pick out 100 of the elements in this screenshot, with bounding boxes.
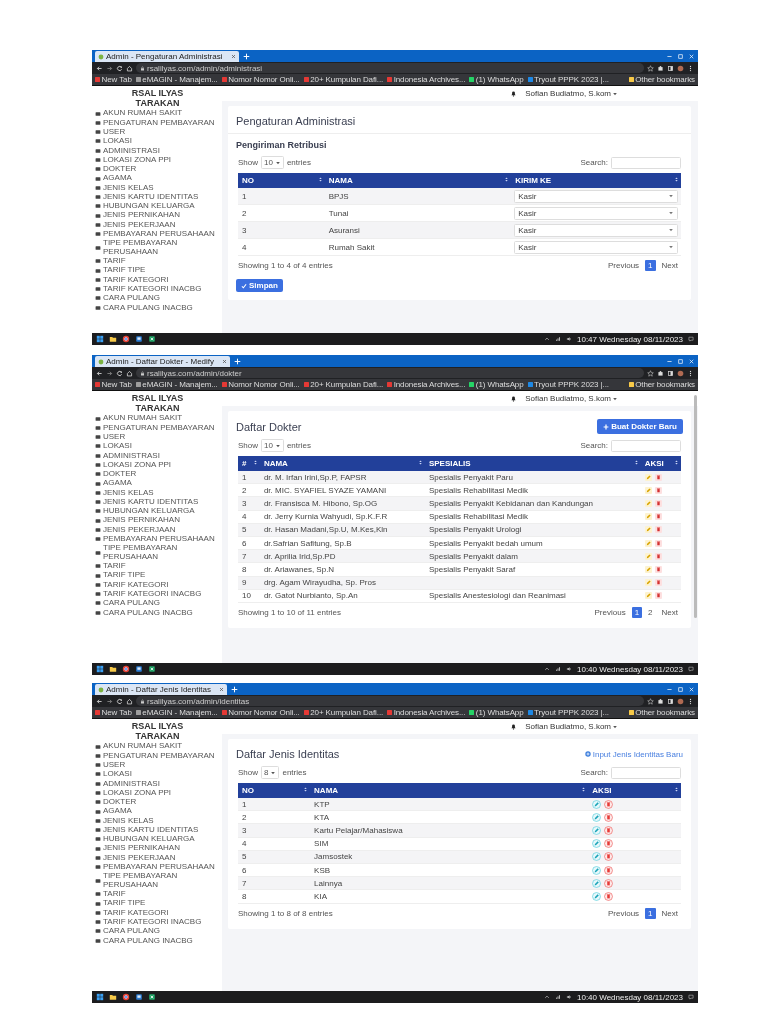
- search-field[interactable]: [611, 156, 681, 169]
- sidebar-item[interactable]: TARIF: [95, 889, 220, 899]
- bell-icon[interactable]: [510, 395, 518, 402]
- edit-button[interactable]: [592, 891, 602, 901]
- avatar-icon[interactable]: [677, 697, 684, 705]
- network-icon[interactable]: [555, 666, 561, 672]
- delete-button[interactable]: [654, 473, 662, 481]
- sidebar-item[interactable]: AGAMA: [95, 173, 220, 184]
- sidebar-item[interactable]: LOKASI: [95, 769, 220, 780]
- bookmark[interactable]: Indonesia Archives...: [387, 380, 466, 389]
- sidebar-item[interactable]: CARA PULANG: [95, 598, 220, 609]
- sidebar-item[interactable]: ADMINISTRASI: [95, 146, 220, 156]
- delete-button[interactable]: [604, 865, 614, 875]
- puzzle-icon[interactable]: [657, 697, 664, 705]
- pagination-link[interactable]: Next: [658, 260, 681, 271]
- entries-select[interactable]: 10: [261, 156, 284, 169]
- edit-button[interactable]: [592, 799, 602, 809]
- url-field[interactable]: rsalilyas.com/admin/identitas: [136, 696, 644, 706]
- delete-button[interactable]: [604, 825, 614, 835]
- edit-button[interactable]: [592, 839, 602, 849]
- sidebar-item[interactable]: PENGATURAN PEMBAYARAN: [95, 751, 220, 761]
- more-icon[interactable]: [687, 64, 694, 72]
- sidebar-item[interactable]: DOKTER: [95, 797, 220, 807]
- chevron-up-icon[interactable]: [544, 666, 550, 672]
- bell-icon[interactable]: [510, 723, 518, 730]
- sidebar-item[interactable]: JENIS KARTU IDENTITAS: [95, 825, 220, 835]
- pagination-link[interactable]: Previous: [591, 606, 629, 618]
- sidebar-item[interactable]: TARIF TIPE: [95, 899, 220, 909]
- browser-tab[interactable]: Admin - Daftar Dokter - Medify: [95, 356, 231, 367]
- sidebar-item[interactable]: TARIF KATEGORI INACBG: [95, 917, 220, 927]
- user-menu[interactable]: Sofian Budiatmo, S.kom: [525, 394, 618, 403]
- taskbar-clock[interactable]: 10:40 Wednesday 08/11/2023: [577, 992, 683, 1002]
- sidebar-item[interactable]: AKUN RUMAH SAKIT: [95, 109, 220, 119]
- bookmark[interactable]: Indonesia Archives...: [387, 75, 466, 84]
- select-field[interactable]: Kasir: [514, 206, 678, 220]
- column-header[interactable]: NO: [238, 783, 311, 798]
- sidebar-item[interactable]: CARA PULANG INACBG: [95, 303, 220, 313]
- sidebar-item[interactable]: AKUN RUMAH SAKIT: [95, 414, 220, 424]
- delete-button[interactable]: [604, 799, 614, 809]
- sidebar-item[interactable]: JENIS PEKERJAAN: [95, 525, 220, 535]
- sidebar-item[interactable]: ADMINISTRASI: [95, 451, 220, 461]
- puzzle-icon[interactable]: [657, 64, 664, 72]
- speaker-icon[interactable]: [566, 666, 572, 672]
- forward-icon[interactable]: [106, 64, 113, 72]
- star-icon[interactable]: [647, 697, 654, 705]
- edit-button[interactable]: [592, 852, 602, 862]
- select-field[interactable]: Kasir: [514, 240, 678, 254]
- sidebar-item[interactable]: TIPE PEMBAYARAN PERUSAHAAN: [95, 238, 220, 257]
- sidebar-item[interactable]: PENGATURAN PEMBAYARAN: [95, 423, 220, 433]
- sidebar-item[interactable]: TARIF KATEGORI INACBG: [95, 589, 220, 599]
- more-icon[interactable]: [687, 697, 694, 705]
- bookmark[interactable]: New Tab: [95, 75, 132, 84]
- folder-icon[interactable]: [109, 993, 117, 1001]
- pagination-link[interactable]: 1: [645, 907, 656, 919]
- sidebar-item[interactable]: TARIF KATEGORI: [95, 580, 220, 590]
- bookmark[interactable]: (1) WhatsApp: [469, 708, 524, 717]
- folder-icon[interactable]: [109, 335, 117, 343]
- scrollbar[interactable]: [694, 395, 697, 619]
- sidebar-item[interactable]: CARA PULANG INACBG: [95, 936, 220, 946]
- browser-icon[interactable]: [122, 993, 130, 1001]
- star-icon[interactable]: [647, 64, 654, 72]
- pagination-link[interactable]: 2: [645, 606, 656, 618]
- edit-button[interactable]: [592, 865, 602, 875]
- delete-button[interactable]: [654, 565, 662, 573]
- bookmark[interactable]: eMAGIN - Manajem...: [135, 708, 218, 717]
- browser-tab[interactable]: Admin - Pengaturan Administrasi: [95, 51, 239, 62]
- user-menu[interactable]: Sofian Budiatmo, S.kom: [525, 89, 618, 98]
- bookmark[interactable]: Tryout PPPK 2023 |...: [527, 75, 609, 84]
- plus-icon[interactable]: [242, 52, 250, 60]
- speaker-icon[interactable]: [566, 994, 572, 1000]
- back-icon[interactable]: [96, 697, 103, 705]
- sidebar-item[interactable]: USER: [95, 127, 220, 137]
- avatar-icon[interactable]: [677, 369, 684, 377]
- notification-icon[interactable]: [688, 994, 694, 1000]
- sidebar-item[interactable]: CARA PULANG INACBG: [95, 608, 220, 618]
- spreadsheet-icon[interactable]: [148, 335, 156, 343]
- sidebar-item[interactable]: TARIF KATEGORI: [95, 908, 220, 918]
- pagination-link[interactable]: Previous: [604, 907, 643, 919]
- spreadsheet-icon[interactable]: [148, 993, 156, 1001]
- windows-icon[interactable]: [96, 993, 104, 1001]
- bookmark[interactable]: (1) WhatsApp: [469, 75, 524, 84]
- sidebar-item[interactable]: TARIF TIPE: [95, 571, 220, 581]
- pagination-link[interactable]: Next: [658, 907, 681, 919]
- sidebar-item[interactable]: TARIF TIPE: [95, 266, 220, 276]
- network-icon[interactable]: [555, 336, 561, 342]
- close-icon[interactable]: [218, 687, 224, 692]
- sidebar-item[interactable]: AGAMA: [95, 478, 220, 489]
- url-field[interactable]: rsalilyas.com/admin/administrasi: [136, 63, 644, 73]
- entries-select[interactable]: 8: [261, 766, 280, 779]
- column-header[interactable]: KIRIM KE: [511, 173, 681, 188]
- app-icon[interactable]: [135, 665, 143, 673]
- browser-icon[interactable]: [122, 335, 130, 343]
- browser-icon[interactable]: [122, 665, 130, 673]
- bookmark-folder[interactable]: Other bookmarks: [628, 380, 695, 389]
- edit-button[interactable]: [592, 878, 602, 888]
- sidebar-item[interactable]: LOKASI ZONA PPI: [95, 788, 220, 798]
- delete-button[interactable]: [604, 839, 614, 849]
- spreadsheet-icon[interactable]: [148, 665, 156, 673]
- sidebar-item[interactable]: LOKASI ZONA PPI: [95, 155, 220, 165]
- chevron-up-icon[interactable]: [544, 994, 550, 1000]
